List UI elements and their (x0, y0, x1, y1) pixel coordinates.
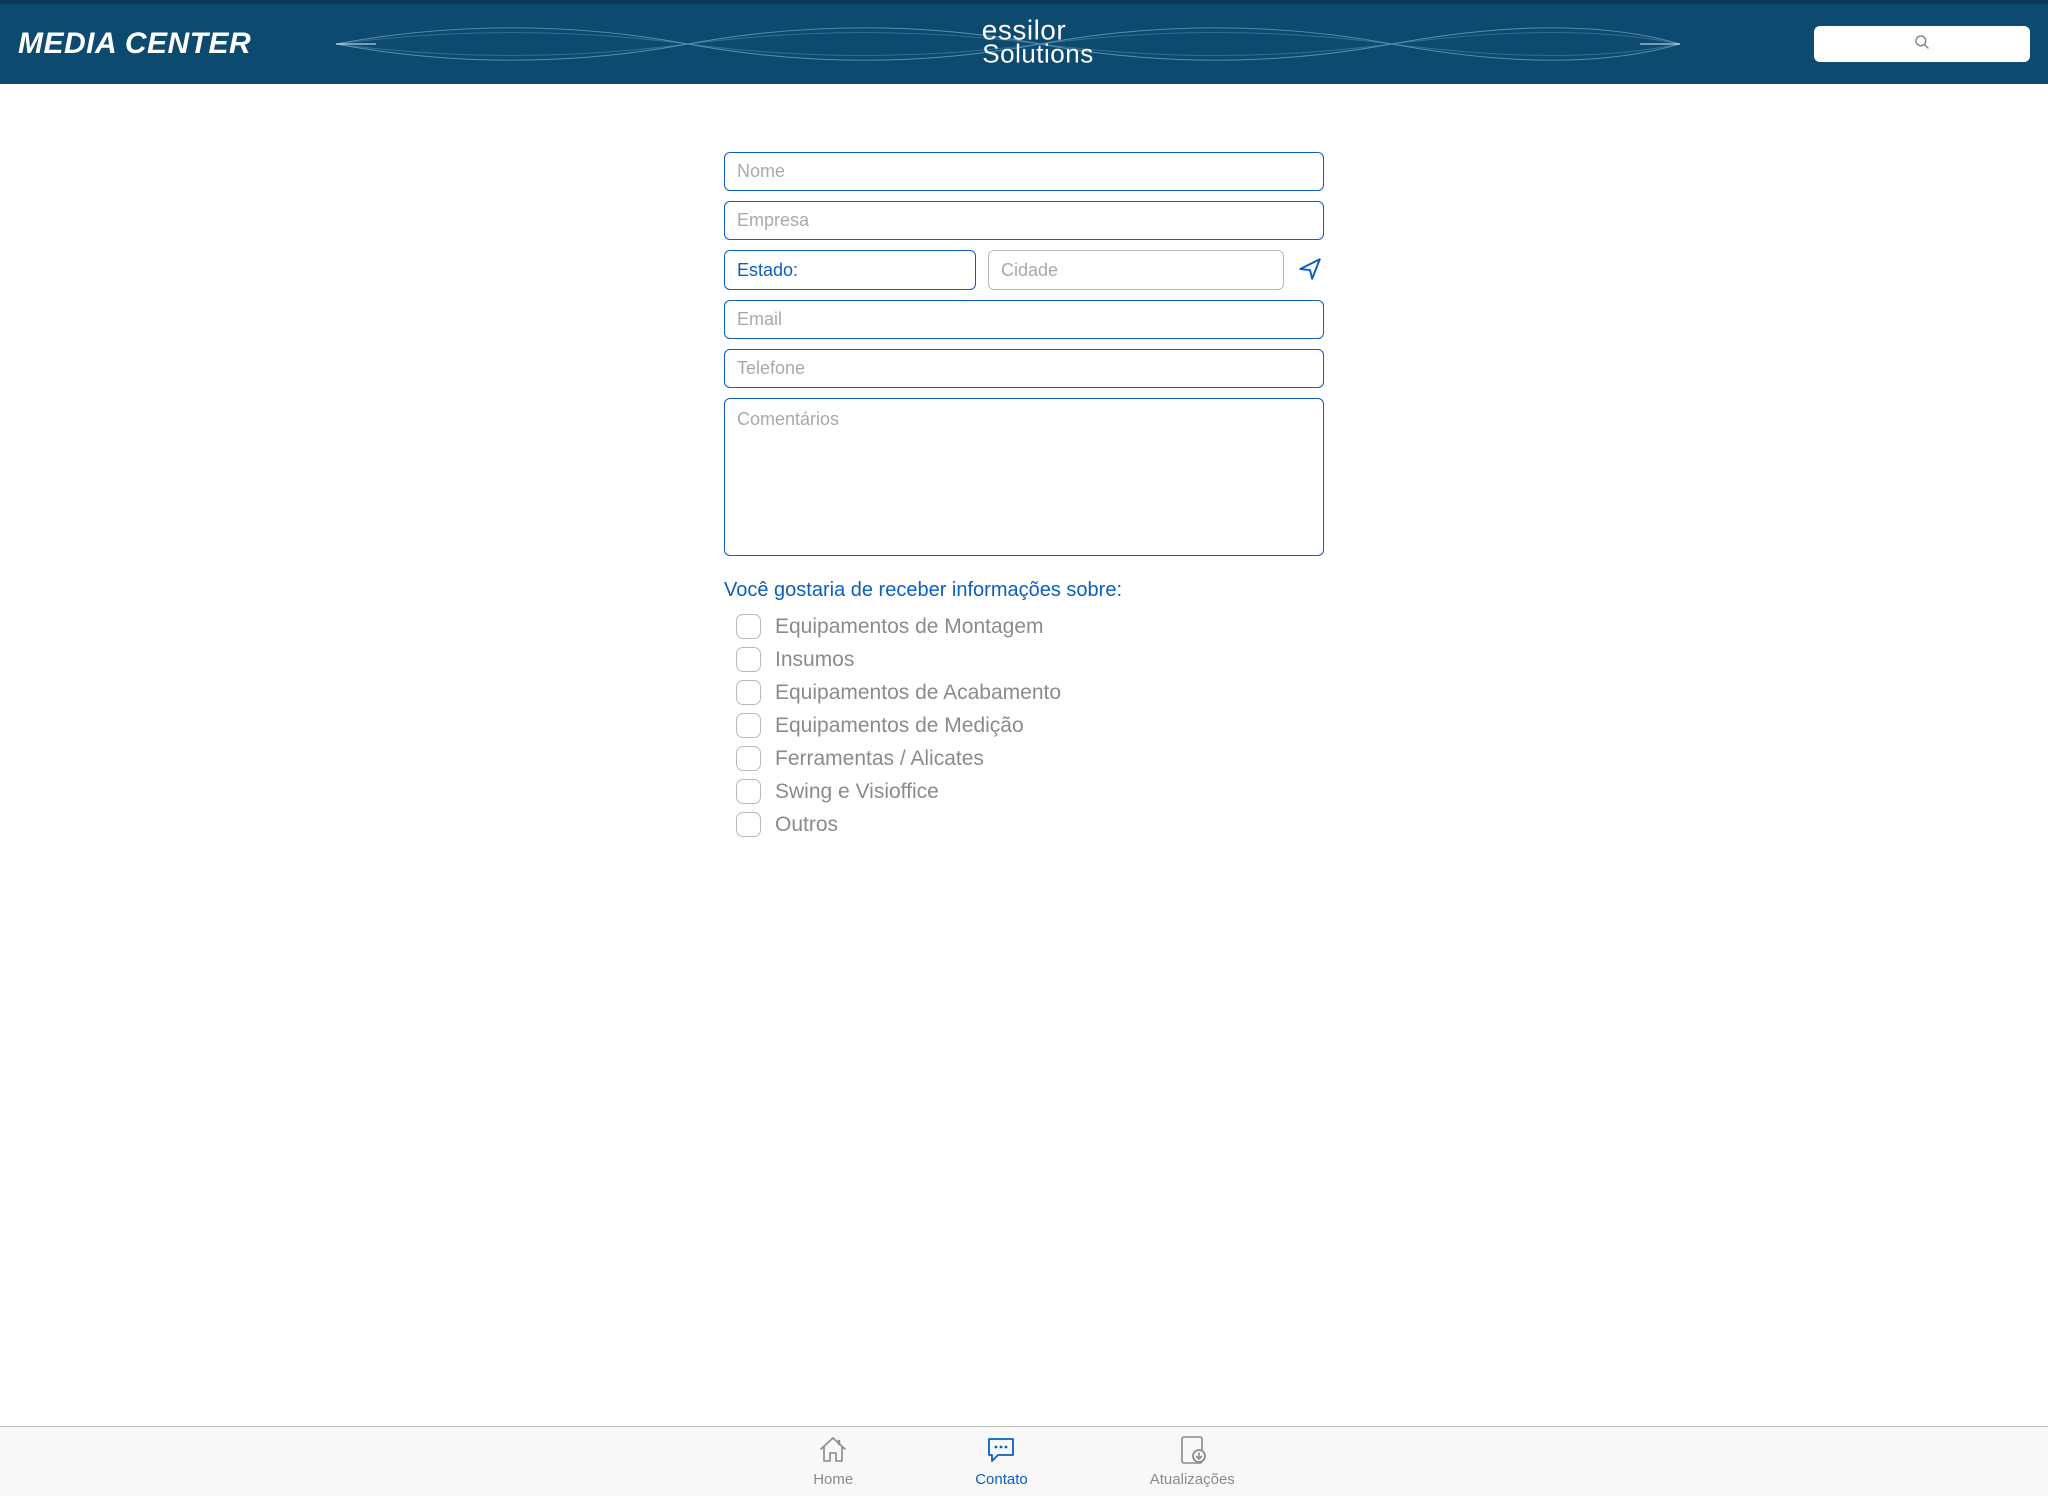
option-label: Insumos (775, 648, 854, 672)
tab-label: Atualizações (1150, 1471, 1235, 1488)
option-row: Insumos (724, 643, 1324, 676)
bottom-tabbar: Home Contato Atualizações (0, 1426, 2048, 1496)
empresa-field[interactable] (724, 201, 1324, 240)
location-row: Estado: (724, 250, 1324, 290)
brand-logo: essilor Solutions (954, 17, 1093, 66)
chat-icon (985, 1435, 1017, 1469)
updates-icon (1176, 1435, 1208, 1469)
nome-field[interactable] (724, 152, 1324, 191)
checkbox-outros[interactable] (736, 812, 761, 837)
telefone-field[interactable] (724, 349, 1324, 388)
option-label: Ferramentas / Alicates (775, 747, 984, 771)
brand-line2: Solutions (982, 42, 1093, 65)
option-label: Equipamentos de Medição (775, 714, 1024, 738)
tab-label: Home (813, 1471, 853, 1488)
home-icon (817, 1435, 849, 1469)
checkbox-equip-acabamento[interactable] (736, 680, 761, 705)
option-label: Equipamentos de Acabamento (775, 681, 1061, 705)
tab-label: Contato (975, 1471, 1028, 1488)
tab-atualizacoes[interactable]: Atualizações (1144, 1433, 1241, 1490)
option-row: Ferramentas / Alicates (724, 742, 1324, 775)
app-header: MEDIA CENTER essilor Solutions (0, 0, 2048, 84)
checkbox-equip-medicao[interactable] (736, 713, 761, 738)
option-row: Equipamentos de Medição (724, 709, 1324, 742)
search-icon (1913, 33, 1931, 56)
contact-form: Estado: Você gostaria de receber informa… (724, 152, 1324, 1386)
option-row: Outros (724, 808, 1324, 841)
checkbox-swing-visioffice[interactable] (736, 779, 761, 804)
locate-button[interactable] (1296, 256, 1324, 284)
checkbox-ferramentas[interactable] (736, 746, 761, 771)
info-section-title: Você gostaria de receber informações sob… (724, 579, 1324, 602)
tab-home[interactable]: Home (807, 1433, 859, 1490)
location-arrow-icon (1297, 256, 1323, 285)
checkbox-insumos[interactable] (736, 647, 761, 672)
app-title: MEDIA CENTER (18, 27, 251, 61)
search-input[interactable] (1814, 26, 2030, 62)
option-label: Swing e Visioffice (775, 780, 939, 804)
main-content: Estado: Você gostaria de receber informa… (0, 84, 2048, 1426)
option-row: Equipamentos de Acabamento (724, 676, 1324, 709)
comentarios-field[interactable] (724, 398, 1324, 556)
option-row: Swing e Visioffice (724, 775, 1324, 808)
email-field[interactable] (724, 300, 1324, 339)
option-label: Outros (775, 813, 838, 837)
option-label: Equipamentos de Montagem (775, 615, 1044, 639)
estado-select[interactable]: Estado: (724, 250, 976, 290)
cidade-field[interactable] (988, 250, 1284, 290)
option-row: Equipamentos de Montagem (724, 610, 1324, 643)
checkbox-equip-montagem[interactable] (736, 614, 761, 639)
tab-contato[interactable]: Contato (969, 1433, 1034, 1490)
